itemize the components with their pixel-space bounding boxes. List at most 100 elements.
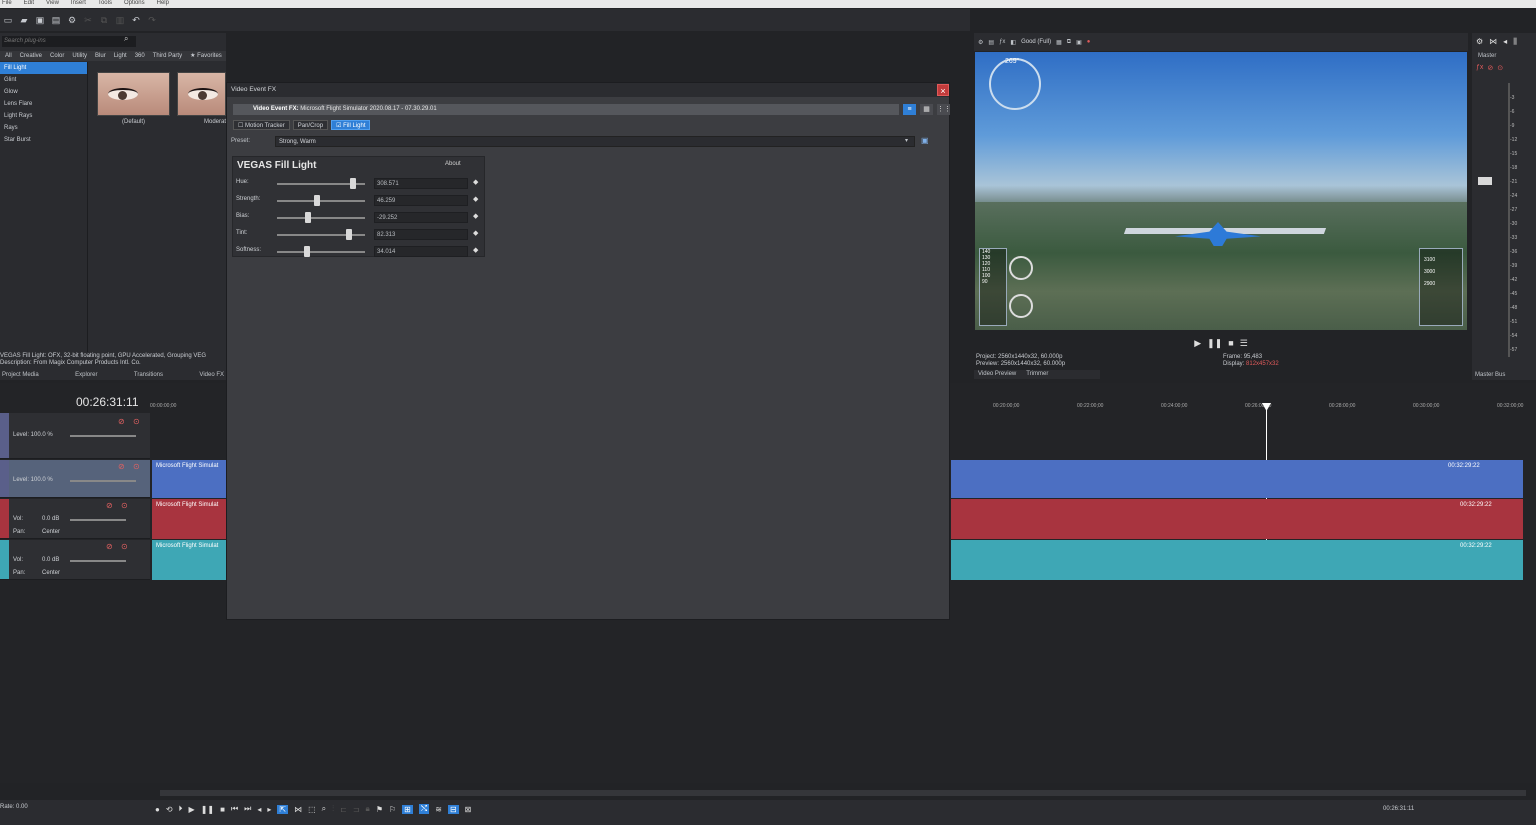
downmix-icon[interactable]: ⋈: [1489, 37, 1497, 47]
tab-all[interactable]: All: [2, 51, 15, 61]
fx-icon[interactable]: ƒx: [999, 39, 1005, 45]
settings-icon[interactable]: ⚙: [66, 14, 78, 26]
track-header-video-1[interactable]: Level: 100.0 % ⊘ ⊙: [0, 413, 150, 459]
param-slider-track[interactable]: [277, 200, 365, 202]
tab-360[interactable]: 360: [132, 51, 148, 61]
split-screen-icon[interactable]: ◧: [1010, 39, 1016, 46]
volume-slider[interactable]: [70, 560, 126, 562]
open-icon[interactable]: ▰: [18, 14, 30, 26]
loop-icon[interactable]: ⟲: [166, 805, 173, 814]
speaker-icon[interactable]: ◂: [1503, 37, 1507, 47]
audio-clip-left[interactable]: Microsoft Flight Simulat: [152, 540, 226, 580]
tab-third-party[interactable]: Third Party: [150, 51, 185, 61]
mute-icon[interactable]: ⊘: [118, 462, 125, 471]
save-preset-icon[interactable]: ▣: [921, 136, 929, 145]
play-icon[interactable]: ▶: [189, 805, 195, 814]
time-ruler[interactable]: 00:20:00;00 00:22:00;00 00:24:00;00 00:26:0…: [951, 403, 1536, 415]
trim-start-icon[interactable]: ⊏: [340, 805, 347, 814]
split-icon[interactable]: ⫶: [332, 804, 334, 814]
param-value-field[interactable]: 34.014: [374, 246, 468, 257]
copy-icon[interactable]: ⧉: [98, 14, 110, 26]
plugin-item-lens-flare[interactable]: Lens Flare: [0, 98, 87, 110]
track-header-audio-2[interactable]: Vol: 0.0 dB Pan: Center ⊘ ⊙: [0, 540, 150, 580]
param-value-field[interactable]: 308.571: [374, 178, 468, 189]
tab-master-bus[interactable]: Master Bus: [1472, 371, 1536, 380]
mute-icon[interactable]: ⊘: [118, 417, 125, 426]
preset-select[interactable]: Strong, Warm: [275, 136, 915, 147]
ripple-edit-icon[interactable]: ≋: [435, 805, 442, 814]
video-preview-frame[interactable]: 269° 140 130 120 110 100 90 3100 3000 29…: [975, 52, 1467, 330]
tab-utility[interactable]: Utility: [69, 51, 90, 61]
param-slider-thumb[interactable]: [314, 195, 321, 206]
marker-icon[interactable]: ⚑: [376, 805, 383, 814]
go-to-start-icon[interactable]: ⏮: [231, 804, 238, 814]
preset-thumbnail-default[interactable]: [97, 72, 170, 116]
save-icon[interactable]: ▣: [34, 14, 46, 26]
timeline-timecode[interactable]: 00:26:31:11: [76, 395, 139, 409]
track-header-audio-1[interactable]: Vol: 0.0 dB Pan: Center ⊘ ⊙: [0, 499, 150, 539]
tab-trimmer[interactable]: Trimmer: [1026, 370, 1048, 379]
menu-file[interactable]: File: [2, 0, 12, 8]
fx-icon[interactable]: ƒx: [1476, 64, 1483, 72]
solo-icon[interactable]: ⊙: [133, 417, 140, 426]
video-clip-right[interactable]: [951, 460, 1523, 498]
mute-icon[interactable]: ⊘: [106, 501, 113, 510]
master-fader[interactable]: [1478, 177, 1492, 185]
normal-edit-tool-icon[interactable]: ⇱: [277, 804, 289, 814]
go-to-end-icon[interactable]: ⏭: [244, 804, 251, 814]
meter-icon[interactable]: ⫼: [1513, 37, 1517, 47]
selection-tool-icon[interactable]: ⬚: [308, 805, 316, 814]
keyframe-icon[interactable]: ◆: [473, 246, 478, 254]
param-slider-thumb[interactable]: [304, 212, 311, 223]
save-snapshot-icon[interactable]: ▣: [1076, 39, 1082, 46]
param-slider-thumb[interactable]: [303, 246, 310, 257]
level-slider[interactable]: [70, 435, 136, 437]
timeline-scrollbar[interactable]: [160, 790, 1526, 796]
prev-frame-icon[interactable]: ◂: [257, 805, 261, 814]
param-slider-track[interactable]: [277, 217, 365, 219]
audio-clip-left[interactable]: Microsoft Flight Simulat: [152, 499, 226, 539]
menu-insert[interactable]: Insert: [71, 0, 86, 8]
record-icon[interactable]: ●: [1087, 39, 1091, 45]
plugin-search-input[interactable]: Search plug-ins: [2, 36, 136, 47]
envelope-tool-icon[interactable]: ⋈: [294, 805, 302, 814]
audio-clip-right[interactable]: [951, 540, 1523, 580]
preset-thumbnail-moderate[interactable]: [177, 72, 226, 116]
ignore-grouping-icon[interactable]: ⊠: [465, 805, 472, 814]
gear-icon[interactable]: ⚙: [1476, 37, 1483, 47]
mute-icon[interactable]: ⊘: [1487, 64, 1493, 72]
auto-crossfade-icon[interactable]: ⤭: [418, 804, 430, 814]
tab-transitions[interactable]: Transitions: [134, 371, 163, 380]
menu-icon[interactable]: ☰: [1240, 338, 1248, 349]
zoom-tool-icon[interactable]: ⌕: [322, 804, 326, 814]
lock-envelopes-icon[interactable]: ⊟: [447, 804, 459, 814]
stop-icon[interactable]: ■: [220, 805, 225, 814]
chevron-down-icon[interactable]: ▾: [905, 136, 908, 147]
tab-creative[interactable]: Creative: [17, 51, 45, 61]
param-slider-track[interactable]: [277, 251, 365, 253]
mute-icon[interactable]: ⊘: [106, 542, 113, 551]
solo-icon[interactable]: ⊙: [133, 462, 140, 471]
cut-icon[interactable]: ✂: [82, 14, 94, 26]
menu-edit[interactable]: Edit: [24, 0, 34, 8]
menu-tools[interactable]: Tools: [98, 0, 112, 8]
video-clip-left[interactable]: Microsoft Flight Simulat: [152, 460, 226, 498]
redo-icon[interactable]: ↷: [146, 14, 158, 26]
menu-options[interactable]: Options: [124, 0, 145, 8]
undo-icon[interactable]: ↶: [130, 14, 142, 26]
plugin-item-star-burst[interactable]: Star Burst: [0, 134, 87, 146]
tab-explorer[interactable]: Explorer: [75, 371, 97, 380]
copy-snapshot-icon[interactable]: ⧉: [1067, 39, 1071, 46]
solo-icon[interactable]: ⊙: [121, 501, 128, 510]
keyframe-icon[interactable]: ◆: [473, 212, 478, 220]
paste-icon[interactable]: ▥: [114, 14, 126, 26]
plugin-item-rays[interactable]: Rays: [0, 122, 87, 134]
snapping-icon[interactable]: ⊞: [402, 804, 413, 814]
region-icon[interactable]: ⚐: [389, 805, 396, 814]
chain-fill-light[interactable]: ☑ Fill Light: [331, 120, 371, 130]
play-from-start-icon[interactable]: ⏵: [179, 804, 183, 814]
pause-icon[interactable]: ❚❚: [201, 805, 214, 814]
next-frame-icon[interactable]: ▸: [267, 805, 271, 814]
tab-blur[interactable]: Blur: [92, 51, 109, 61]
preview-quality-select[interactable]: Good (Full): [1021, 39, 1051, 45]
